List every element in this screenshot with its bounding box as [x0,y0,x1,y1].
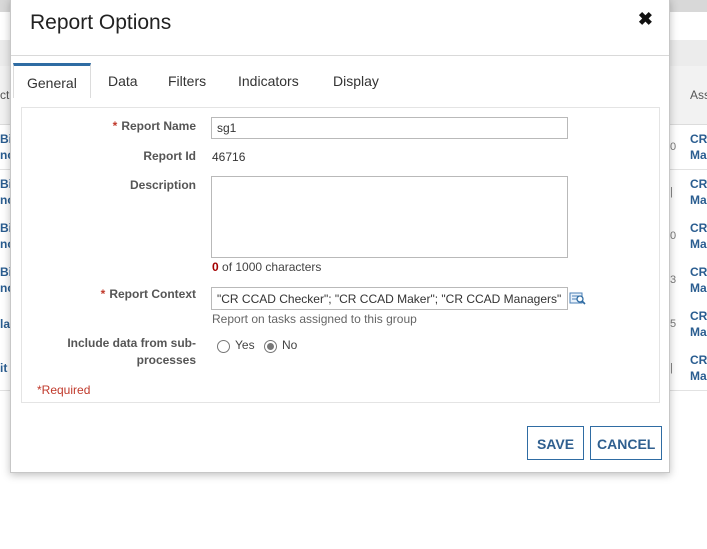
row-left-fragment: it [0,361,8,375]
row-mark: | [670,186,673,198]
lookup-search-icon[interactable] [569,291,586,306]
row-right-link[interactable]: CR Ma [690,131,707,163]
title-divider [11,55,669,56]
report-options-dialog: Report Options ✖ General Data Filters In… [10,0,670,473]
required-star: * [112,119,118,133]
row-right-link[interactable]: CR Ma [690,176,707,208]
character-count: 0 [212,260,219,274]
row-right-link[interactable]: CR Ma [690,220,707,252]
row-mark: 0 [670,141,677,153]
report-context-hint: Report on tasks assigned to this group [212,312,417,326]
table-header-left-fragment: ct [0,88,10,102]
row-mark: | [670,362,673,374]
row-left-fragment: Binc [0,177,10,207]
row-right-link[interactable]: CR Ma [690,264,707,296]
tab-bar: General Data Filters Indicators Display [11,63,669,98]
character-counter: 0 of 1000 characters [212,260,322,274]
report-id-value: 46716 [212,150,246,164]
dialog-title: Report Options [30,11,172,34]
report-context-label: * Report Context [100,287,196,301]
include-no-radio[interactable] [264,340,277,353]
row-left-fragment: Binc [0,221,10,251]
description-textarea[interactable] [211,176,568,258]
tab-filters[interactable]: Filters [155,63,219,97]
row-mark: 0 [670,230,677,242]
close-icon[interactable]: ✖ [638,9,653,30]
row-mark: 3 [670,274,677,286]
tab-display[interactable]: Display [320,63,392,97]
tab-data[interactable]: Data [95,63,151,97]
description-label: Description [129,178,196,192]
save-button[interactable]: SAVE [527,426,584,460]
row-mark: 5 [670,318,677,330]
cancel-button[interactable]: CANCEL [590,426,662,460]
required-note: *Required [37,383,91,397]
report-context-input[interactable] [211,287,568,310]
report-id-label: Report Id [143,149,196,163]
tab-general[interactable]: General [13,63,91,98]
required-star: * [100,287,106,301]
row-left-fragment: Binc [0,132,10,162]
include-yes-label[interactable]: Yes [235,338,255,352]
tab-indicators[interactable]: Indicators [225,63,312,97]
table-header-right-fragment: Ass [690,88,707,102]
report-name-label: * Report Name [112,119,196,133]
row-left-fragment: la [0,317,10,331]
include-yes-radio[interactable] [217,340,230,353]
general-panel: *Report Name Report Id 46716 Description… [21,107,660,403]
row-left-fragment: Binc [0,265,10,295]
include-subprocesses-label: Include data from sub-processes [67,336,196,367]
row-right-link[interactable]: CR Ma [690,308,707,340]
include-no-label[interactable]: No [282,338,297,352]
row-right-link[interactable]: CR Ma [690,352,707,384]
report-name-input[interactable] [211,117,568,139]
